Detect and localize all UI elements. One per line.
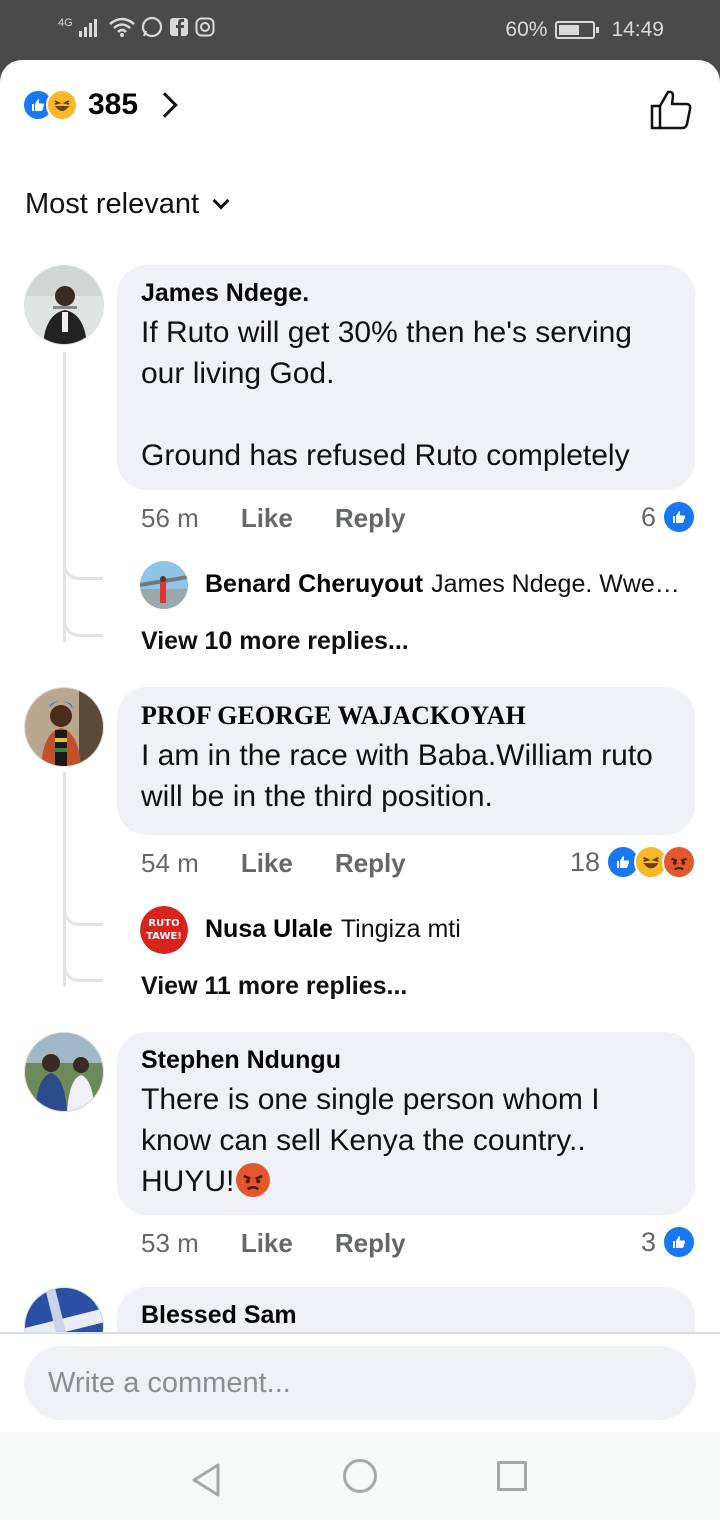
reaction-count: 6 bbox=[640, 501, 656, 532]
reply-text: James Ndege. Wwe… bbox=[431, 570, 680, 598]
like-link[interactable]: Like bbox=[241, 1228, 293, 1259]
reply-preview[interactable]: Benard Cheruyout James Ndege. Wwe… bbox=[205, 570, 680, 599]
comment-text: If Ruto will get 30% then he's serving o… bbox=[141, 316, 632, 472]
comment-composer-bar bbox=[0, 1332, 720, 1432]
battery-icon bbox=[555, 21, 600, 39]
comment-bubble[interactable]: Stephen Ndungu There is one single perso… bbox=[117, 1032, 695, 1215]
comment-time[interactable]: 53 m bbox=[141, 1228, 199, 1259]
svg-text:TAWE!: TAWE! bbox=[146, 931, 182, 942]
facebook-icon bbox=[169, 18, 188, 36]
like-reaction-icon bbox=[662, 500, 696, 534]
reaction-count: 18 bbox=[569, 846, 600, 877]
comment-time[interactable]: 54 m bbox=[141, 848, 199, 879]
battery-level bbox=[559, 25, 579, 35]
status-icons-left: 4G bbox=[58, 16, 215, 38]
comment-reactions[interactable]: 6 bbox=[641, 500, 696, 534]
chevron-right-icon bbox=[152, 92, 178, 118]
reply-link[interactable]: Reply bbox=[335, 1228, 406, 1259]
like-link[interactable]: Like bbox=[241, 503, 293, 534]
comment-time[interactable]: 56 m bbox=[141, 503, 199, 534]
thread-connector bbox=[63, 958, 103, 982]
comment-input[interactable] bbox=[24, 1346, 696, 1420]
clock: 14:49 bbox=[611, 18, 664, 41]
reply-preview[interactable]: Nusa Ulale Tingiza mti bbox=[205, 915, 461, 944]
instagram-icon bbox=[195, 17, 215, 37]
recents-icon[interactable] bbox=[497, 1461, 527, 1491]
whatsapp-icon bbox=[141, 16, 162, 38]
reaction-count: 3 bbox=[640, 1226, 656, 1257]
signal-icon bbox=[78, 19, 97, 37]
comment-reactions[interactable]: 3 bbox=[641, 1225, 696, 1259]
view-more-replies[interactable]: View 11 more replies... bbox=[141, 972, 407, 1001]
comment-author[interactable]: Blessed Sam bbox=[141, 1301, 671, 1330]
comment-bubble[interactable]: PROF GEORGE WAJACKOYAH I am in the race … bbox=[117, 687, 695, 835]
comment-actions: 53 m Like Reply bbox=[141, 1228, 448, 1259]
thread-connector bbox=[63, 902, 103, 926]
thread-connector bbox=[63, 613, 103, 637]
comment-author[interactable]: James Ndege. bbox=[141, 279, 671, 308]
avatar[interactable] bbox=[24, 687, 104, 767]
status-icons-right: 60% 14:49 bbox=[505, 18, 664, 42]
comment-author[interactable]: PROF GEORGE WAJACKOYAH bbox=[141, 701, 671, 731]
reply-author[interactable]: Benard Cheruyout bbox=[205, 570, 423, 599]
sort-dropdown[interactable]: Most relevant bbox=[25, 188, 230, 221]
comment-actions: 54 m Like Reply bbox=[141, 848, 448, 879]
battery-percent: 60% bbox=[505, 18, 548, 41]
reactions-summary[interactable]: 385 bbox=[22, 88, 178, 122]
comment-text-content: There is one single person whom I know c… bbox=[141, 1083, 600, 1198]
thread-connector bbox=[63, 556, 103, 580]
reply-link[interactable]: Reply bbox=[335, 848, 406, 879]
comment-text: There is one single person whom I know c… bbox=[141, 1079, 671, 1208]
comment-reactions[interactable]: 18 bbox=[570, 845, 696, 879]
wifi-icon bbox=[108, 17, 135, 37]
comment-bubble[interactable]: James Ndege. If Ruto will get 30% then h… bbox=[117, 265, 695, 490]
angry-reaction-icon bbox=[662, 845, 696, 879]
sort-label: Most relevant bbox=[25, 188, 200, 220]
like-reaction-icon bbox=[662, 1225, 696, 1259]
comments-sheet: 385 Most relevant James Ndege. If Ruto w… bbox=[0, 60, 720, 1520]
reaction-count: 385 bbox=[88, 88, 139, 121]
chevron-down-icon bbox=[212, 192, 230, 209]
avatar[interactable] bbox=[24, 1032, 104, 1112]
network-type: 4G bbox=[58, 17, 73, 29]
thread-line bbox=[63, 352, 66, 642]
haha-reaction-icon bbox=[46, 89, 78, 121]
svg-text:RUTO: RUTO bbox=[148, 918, 179, 929]
reply-author[interactable]: Nusa Ulale bbox=[205, 915, 333, 944]
view-more-replies[interactable]: View 10 more replies... bbox=[141, 627, 409, 656]
reply-avatar[interactable] bbox=[140, 561, 188, 609]
system-nav-bar bbox=[0, 1432, 720, 1520]
status-bar: 4G 60% 14:49 bbox=[0, 0, 720, 62]
like-button-icon[interactable] bbox=[648, 86, 694, 132]
back-icon[interactable] bbox=[190, 1462, 222, 1498]
reply-link[interactable]: Reply bbox=[335, 503, 406, 534]
avatar[interactable] bbox=[24, 265, 104, 345]
reply-text: Tingiza mti bbox=[340, 915, 461, 943]
reply-avatar[interactable]: RUTO TAWE! bbox=[140, 906, 188, 954]
thread-line bbox=[63, 772, 66, 987]
angry-emoji-icon bbox=[236, 1163, 271, 1208]
home-icon[interactable] bbox=[343, 1459, 377, 1493]
like-link[interactable]: Like bbox=[241, 848, 293, 879]
comment-author[interactable]: Stephen Ndungu bbox=[141, 1046, 671, 1075]
comment-text: I am in the race with Baba.William ruto … bbox=[141, 739, 653, 813]
comment-actions: 56 m Like Reply bbox=[141, 503, 448, 534]
